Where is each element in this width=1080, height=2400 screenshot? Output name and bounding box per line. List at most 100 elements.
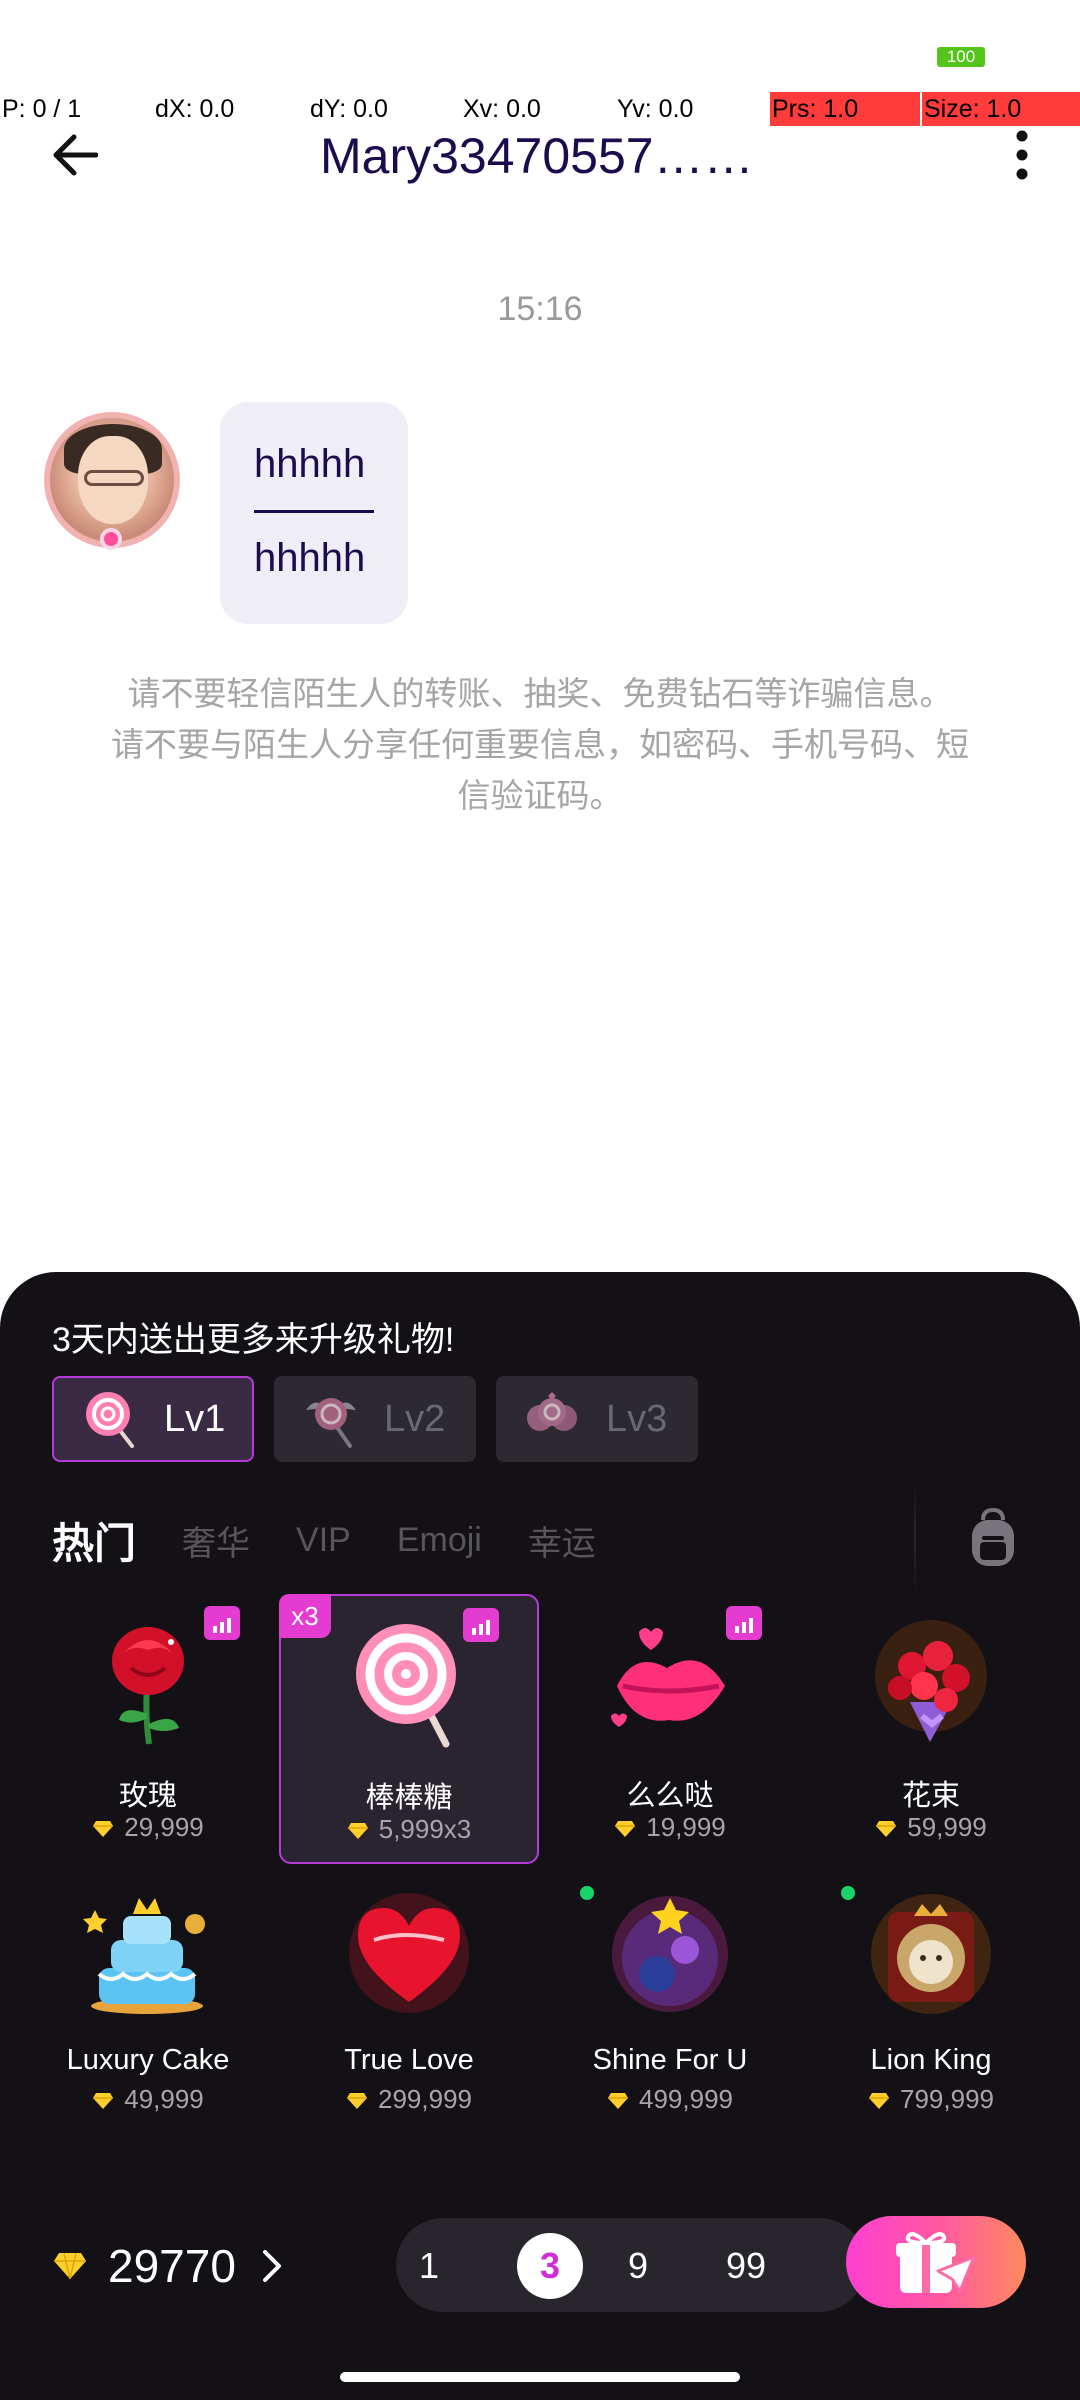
diamond-icon	[93, 2093, 114, 2110]
gift-price: 499,999	[540, 2084, 800, 2115]
diamond-icon	[615, 1821, 636, 1838]
quantity-option-3[interactable]: 3	[517, 2233, 583, 2299]
avatar-frame-badge	[100, 528, 122, 550]
message-timestamp: 15:16	[497, 290, 583, 328]
debug-dx: dX: 0.0	[155, 95, 235, 123]
gift-item-shine-for-u[interactable]: Shine For U 499,999	[540, 1866, 800, 2136]
gift-name: 棒棒糖	[365, 1782, 453, 1814]
more-options-button[interactable]	[1000, 125, 1044, 185]
gift-price: 59,999	[801, 1812, 1061, 1843]
gift-name: 玫瑰	[118, 1780, 177, 1812]
send-gift-button[interactable]	[846, 2216, 1026, 2308]
quantity-option-99[interactable]: 99	[700, 2233, 792, 2299]
battery-indicator: 100	[937, 47, 985, 67]
new-indicator-dot	[841, 1886, 855, 1900]
gift-item-rose[interactable]: 玫瑰 29,999	[18, 1594, 278, 1864]
upgrade-tip: 3天内送出更多来升级礼物!	[52, 1321, 455, 1359]
message-text: hhhhh	[254, 442, 366, 486]
debug-xv: Xv: 0.0	[463, 95, 541, 123]
tab-vip[interactable]: VIP	[296, 1521, 351, 1560]
message-text: hhhhh	[254, 536, 366, 580]
diamond-icon	[876, 1821, 897, 1838]
message-divider	[254, 510, 374, 513]
quantity-option-9[interactable]: 9	[605, 2233, 671, 2299]
tab-luxury[interactable]: 奢华	[182, 1516, 250, 1565]
back-button[interactable]	[40, 125, 110, 185]
tab-emoji[interactable]: Emoji	[397, 1521, 482, 1560]
new-indicator-dot	[580, 1886, 594, 1900]
level-label: Lv2	[384, 1397, 446, 1440]
diamond-balance[interactable]: 29770	[52, 2236, 282, 2296]
quantity-option-1[interactable]: 1	[396, 2233, 462, 2299]
diamond-icon	[54, 2252, 86, 2280]
gift-name: 么么哒	[626, 1780, 714, 1812]
ranking-badge	[463, 1608, 499, 1642]
lollipop-bouquet-icon	[527, 1392, 577, 1431]
gift-price: 29,999	[18, 1812, 278, 1843]
shine-orb-icon	[612, 1896, 728, 2012]
gift-item-bouquet[interactable]: 花束 59,999	[801, 1594, 1061, 1864]
lion-icon	[871, 1894, 991, 2014]
gift-name: Luxury Cake	[66, 2044, 230, 2076]
chevron-right-icon	[262, 2250, 281, 2282]
bouquet-icon	[875, 1620, 987, 1742]
lollipop-icon	[356, 1624, 456, 1748]
gift-name: Shine For U	[592, 2044, 748, 2076]
gift-price: 5,999x3	[281, 1814, 537, 1845]
debug-pointer: P: 0 / 1	[2, 95, 82, 123]
diamond-icon	[347, 2093, 367, 2110]
combo-badge: x3	[279, 1594, 331, 1638]
tab-hot[interactable]: 热门	[52, 1510, 136, 1571]
message-bubble[interactable]: hhhhh hhhhh	[220, 402, 408, 624]
send-gift-icon	[896, 2232, 976, 2293]
gift-name: True Love	[344, 2044, 474, 2076]
gift-price: 49,999	[18, 2084, 278, 2115]
debug-dy: dY: 0.0	[310, 95, 388, 123]
heart-icon	[349, 1893, 469, 2013]
gift-item-lion-king[interactable]: Lion King 799,999	[801, 1866, 1061, 2136]
level-selector: Lv1 Lv2 Lv3	[52, 1376, 698, 1462]
winged-lollipop-icon	[306, 1398, 356, 1448]
debug-yv: Yv: 0.0	[617, 95, 694, 123]
balance-amount: 29770	[108, 2240, 236, 2292]
pointer-debug-overlay: P: 0 / 1 dX: 0.0 dY: 0.0 Xv: 0.0 Yv: 0.0…	[0, 92, 1080, 126]
diamond-icon	[869, 2093, 889, 2110]
ranking-badge	[726, 1606, 762, 1640]
home-indicator[interactable]	[340, 2372, 740, 2382]
kiss-lips-icon	[611, 1628, 725, 1727]
rose-icon	[112, 1627, 184, 1745]
screen: 100 P: 0 / 1 dX: 0.0 dY: 0.0 Xv: 0.0 Yv:…	[0, 0, 1080, 2400]
level-label: Lv1	[164, 1397, 226, 1440]
level-1-button[interactable]: Lv1	[52, 1376, 254, 1462]
cake-icon	[83, 1898, 205, 2014]
tab-lucky[interactable]: 幸运	[528, 1516, 596, 1565]
debug-pressure: Prs: 1.0	[770, 92, 920, 126]
gift-item-kiss[interactable]: 么么哒 19,999	[540, 1594, 800, 1864]
diamond-icon	[93, 1821, 114, 1838]
diamond-icon	[608, 2093, 628, 2110]
gift-category-tabs: 热门 奢华 VIP Emoji 幸运	[52, 1510, 642, 1570]
level-3-button[interactable]: Lv3	[496, 1376, 698, 1462]
gift-item-luxury-cake[interactable]: Luxury Cake 49,999	[18, 1866, 278, 2136]
gift-price: 799,999	[801, 2084, 1061, 2115]
quantity-selector: 1 3 9 99	[396, 2218, 866, 2312]
diamond-icon	[347, 1823, 368, 1840]
level-label: Lv3	[606, 1397, 668, 1440]
safety-warning: 请不要轻信陌生人的转账、抽奖、免费钻石等诈骗信息。 请不要与陌生人分享任何重要信…	[111, 675, 969, 814]
arrow-left-icon	[53, 134, 98, 176]
gift-price: 299,999	[279, 2084, 539, 2115]
page-title: Mary33470557……	[320, 128, 754, 184]
more-vertical-icon	[1016, 130, 1028, 180]
gift-item-lollipop[interactable]: x3 棒棒糖 5,999x3	[279, 1594, 539, 1864]
debug-size: Size: 1.0	[922, 92, 1080, 126]
gift-price: 19,999	[540, 1812, 800, 1843]
gift-item-true-love[interactable]: True Love 299,999	[279, 1866, 539, 2136]
gift-name: Lion King	[870, 2044, 992, 2076]
lollipop-icon	[86, 1392, 134, 1448]
gift-name: 花束	[901, 1780, 960, 1812]
tab-divider	[914, 1482, 916, 1594]
gift-panel: 3天内送出更多来升级礼物! Lv1 Lv2 Lv3 热门 奢华 VIP Emoj…	[0, 1272, 1080, 2400]
backpack-icon[interactable]	[968, 1508, 1018, 1568]
level-2-button[interactable]: Lv2	[274, 1376, 476, 1462]
ranking-badge	[204, 1606, 240, 1640]
